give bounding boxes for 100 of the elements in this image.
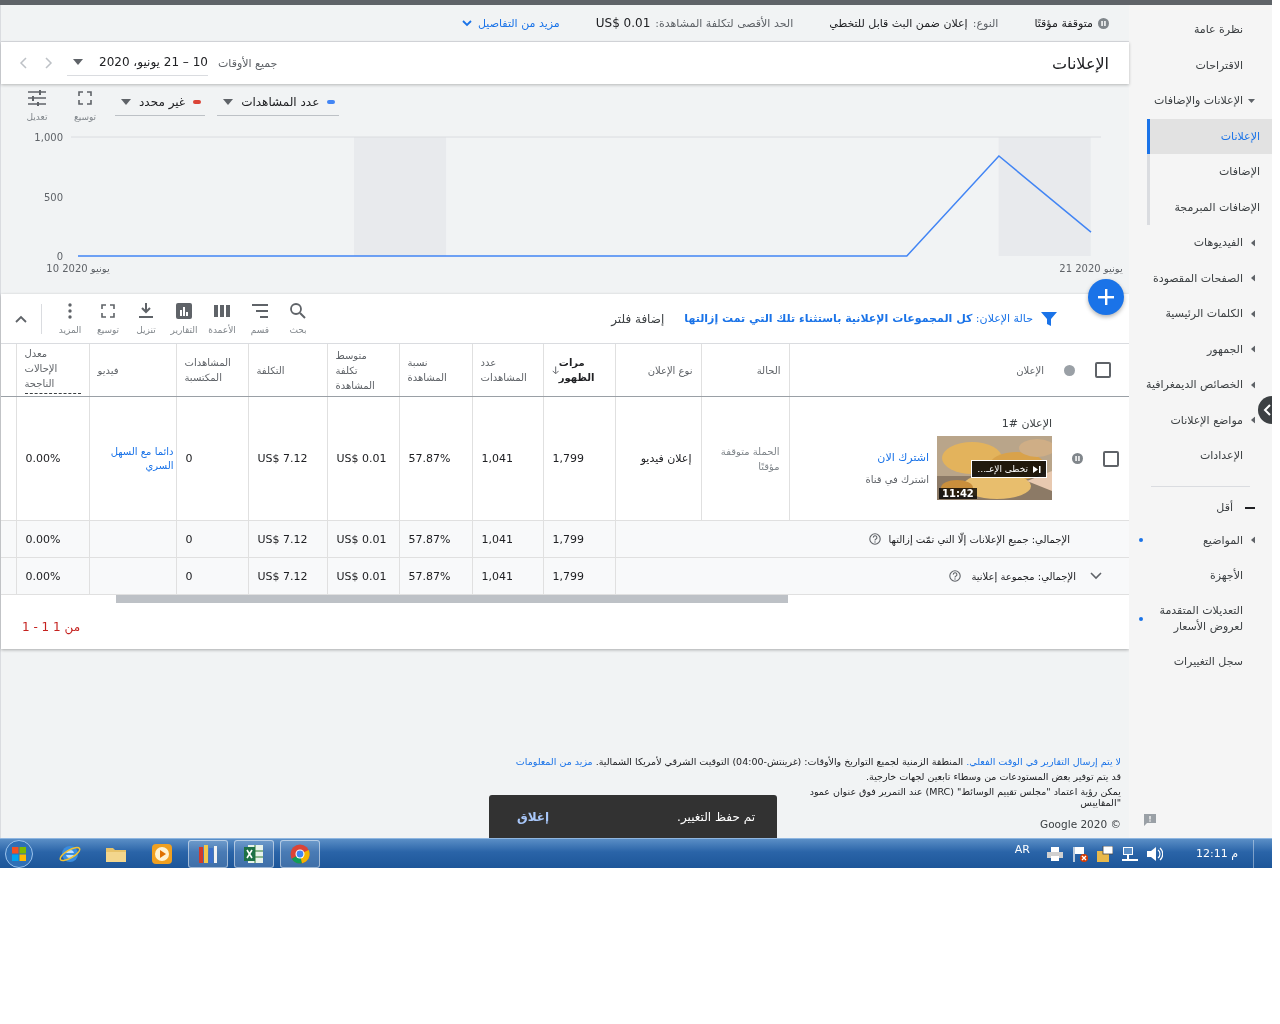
table-tool-button[interactable]: الأعمدة <box>204 302 240 335</box>
video-title-overlay: تخطى الإعـ… <box>971 460 1047 478</box>
metric-dropdown[interactable]: غير محدد <box>115 89 206 116</box>
sidebar-item[interactable]: الإعدادات <box>1129 438 1258 474</box>
caret-left-icon <box>1251 345 1255 353</box>
axis-label: 21 يونيو 2020 <box>1059 263 1123 274</box>
caret-left-icon <box>1251 536 1255 544</box>
column-header[interactable]: معدل الإحالات الناجحة <box>24 346 81 394</box>
axis-label: 0 <box>56 251 63 262</box>
sidebar-subitem[interactable]: الإضافات المبرمجة <box>1147 189 1272 225</box>
add-filter-link[interactable]: إضافة فلتر <box>611 311 665 326</box>
date-range-dropdown[interactable]: 10 – 21 يونيو، 2020 <box>67 50 208 76</box>
status-header-dot <box>1064 364 1075 376</box>
language-indicator[interactable]: AR <box>1014 843 1030 856</box>
notice-icon[interactable] <box>1097 845 1113 862</box>
table-tool-button[interactable]: بحث <box>280 302 316 335</box>
sidebar-item[interactable]: الإعلانات والإضافات <box>1129 83 1258 119</box>
close-button[interactable]: إغلاق <box>511 808 556 825</box>
metric-dropdown[interactable]: عدد المشاهدات <box>217 89 340 116</box>
sidebar-item[interactable]: التعديلات المتقدمة لعروض الأسعار <box>1129 593 1258 644</box>
lines-icon <box>251 304 269 318</box>
column-header[interactable]: عدد المشاهدات <box>480 355 535 385</box>
sidebar-item[interactable]: الاقتراحات <box>1129 47 1258 83</box>
books-icon <box>198 844 218 863</box>
footnote: يمكن رؤية اعتماد "مجلس تقييم الوسائط" (MRC) عند التمرير فوق عنوان عمود "المقاييس <box>808 786 1121 808</box>
caret-left-icon <box>1251 416 1255 424</box>
more-icon <box>68 303 72 319</box>
table-tool-button[interactable]: المزيد <box>52 302 88 335</box>
table-cell: 1,799 <box>552 532 584 546</box>
less-toggle[interactable]: أقل <box>1210 492 1258 523</box>
table-tool-button[interactable]: التقارير <box>166 302 202 335</box>
column-header[interactable]: مرات الظهور <box>551 355 607 385</box>
table-cell: 0.00% <box>25 452 61 465</box>
snackbar-message: تم حفظ التغيير. <box>677 809 755 824</box>
table-tool-button[interactable]: توسيع <box>90 302 126 335</box>
sidebar-subitem[interactable]: الإضافات <box>1147 154 1272 190</box>
taskbar-app-button[interactable] <box>234 839 274 868</box>
sidebar-item[interactable]: المواضيع <box>1129 522 1258 558</box>
sidebar-item[interactable]: نظرة عامة <box>1129 12 1258 48</box>
video-link[interactable]: دائما مع السهل السري <box>91 444 174 473</box>
chevron-right-icon <box>45 57 53 69</box>
fullscreen-icon <box>101 304 115 318</box>
sidebar-item[interactable]: سجل التغييرات <box>1129 643 1258 679</box>
column-header[interactable]: التكلفة <box>256 362 285 378</box>
network-icon[interactable] <box>1122 846 1138 861</box>
chevron-down-icon <box>461 17 474 29</box>
download-icon <box>139 303 153 319</box>
clock[interactable]: 12:11 م <box>1196 847 1238 860</box>
total-label: الإجمالي: مجموعة إعلانية <box>971 570 1076 582</box>
pagination-text: 1 - 1 من 1 <box>22 620 81 634</box>
spreadsheet-icon <box>244 843 264 864</box>
table-cell: 0.00% <box>25 532 61 546</box>
axis-label: 1,000 <box>34 132 63 143</box>
taskbar-app-button[interactable] <box>188 839 228 868</box>
taskbar-app-button[interactable] <box>280 839 320 868</box>
start-orb-icon[interactable] <box>2 839 36 868</box>
table-tool-button[interactable]: قسم <box>242 302 278 335</box>
table-cell: 0 <box>185 452 193 465</box>
sidebar-subitem[interactable]: الإعلانات <box>1147 118 1272 154</box>
filter-icon[interactable] <box>1041 311 1057 326</box>
sidebar-item[interactable]: الجمهور <box>1129 331 1258 367</box>
flag-error-icon[interactable] <box>1072 845 1088 862</box>
speaker-icon[interactable] <box>1147 846 1163 861</box>
video-duration: 11:42 <box>939 488 977 499</box>
chart-tool-button[interactable]: تعديل <box>19 89 55 122</box>
table-cell: US$ 0.01 <box>336 569 387 583</box>
column-header[interactable]: فيديو <box>97 362 119 378</box>
add-button[interactable] <box>1088 279 1124 315</box>
column-header[interactable]: المشاهدات المكتسبة <box>184 355 240 385</box>
sidebar-item[interactable]: الفيديوهات <box>1129 225 1258 261</box>
status-text: متوقفة مؤقتًا <box>1034 16 1093 30</box>
sidebar-item[interactable]: مواضع الإعلانات <box>1129 402 1258 438</box>
chevron-left-icon <box>19 57 27 69</box>
checkbox[interactable] <box>1103 450 1119 467</box>
ad-description: اشترك في قناة <box>865 474 929 485</box>
chart-tool-button[interactable]: توسيع <box>67 89 103 122</box>
caret-icon <box>73 58 83 65</box>
page-title: الإعلانات <box>1051 53 1109 73</box>
filter-chip[interactable]: حالة الإعلان: كل المجموعات الإعلانية باستثناء تلك التي تمت إزالتها <box>684 312 1033 325</box>
ad-headline-link[interactable]: اشترك الان <box>865 451 929 464</box>
media-player-icon <box>152 843 172 864</box>
sidebar-item[interactable]: الصفحات المقصودة <box>1129 260 1258 296</box>
table-tool-button[interactable]: تنزيل <box>128 302 164 335</box>
sidebar-item[interactable]: الكلمات الرئيسية <box>1129 296 1258 332</box>
footnote-link[interactable]: لا يتم إرسال التقارير في الوقت الفعلي. <box>966 756 1121 767</box>
column-header[interactable]: نسبة المشاهدة <box>407 355 464 385</box>
printer-icon[interactable] <box>1047 846 1063 861</box>
table-cell: US$ 7.12 <box>257 569 308 583</box>
column-header[interactable]: متوسط تكلفة المشاهدة <box>335 347 391 393</box>
table-cell: US$ 7.12 <box>257 532 308 546</box>
more-details-link[interactable]: مزيد من التفاصيل <box>478 16 560 30</box>
table-cell: 0.00% <box>25 569 61 583</box>
footnote-link[interactable]: مزيد من المعلومات <box>515 756 593 767</box>
column-header[interactable]: نوع الإعلان <box>647 362 693 378</box>
sidebar-item[interactable]: الخصائص الديمغرافية <box>1129 367 1258 403</box>
sidebar-item[interactable]: الأجهزة <box>1129 558 1258 594</box>
checkbox[interactable] <box>1095 362 1111 378</box>
scrollbar-thumb[interactable] <box>116 595 788 603</box>
column-header[interactable]: الإعلان <box>1016 362 1044 378</box>
column-header[interactable]: الحالة <box>756 362 781 378</box>
